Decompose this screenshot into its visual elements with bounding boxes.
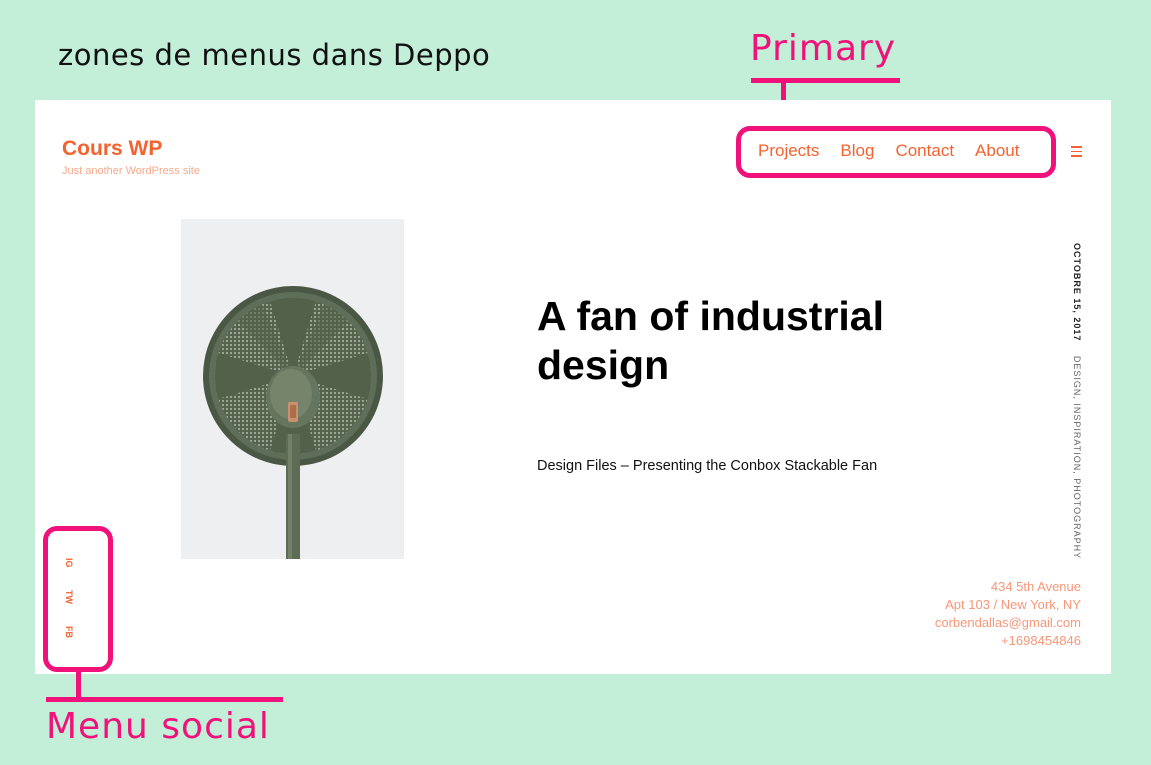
social-menu-highlight <box>43 526 113 672</box>
website-preview: Cours WP Just another WordPress site Pro… <box>35 100 1111 674</box>
primary-callout-underline <box>751 78 900 83</box>
post-meta: OCTOBRE 15, 2017 DESIGN, INSPIRATION, PH… <box>1072 243 1082 559</box>
post-featured-image[interactable] <box>181 219 404 559</box>
post-excerpt: Design Files – Presenting the Conbox Sta… <box>537 458 878 474</box>
post-categories[interactable]: DESIGN, INSPIRATION, PHOTOGRAPHY <box>1072 356 1082 559</box>
post-title[interactable]: A fan of industrial design <box>537 292 957 390</box>
contact-address-line2: Apt 103 / New York, NY <box>945 597 1081 612</box>
contact-email[interactable]: corbendallas@gmail.com <box>935 614 1081 632</box>
contact-info: 434 5th Avenue Apt 103 / New York, NY co… <box>935 578 1081 650</box>
hamburger-icon[interactable] <box>1071 144 1083 158</box>
primary-callout-label: Primary <box>750 28 897 69</box>
site-title[interactable]: Cours WP <box>62 137 162 161</box>
social-callout-underline <box>46 697 283 702</box>
post-date: OCTOBRE 15, 2017 <box>1072 243 1082 342</box>
annotation-caption: zones de menus dans Deppo <box>58 38 491 72</box>
contact-phone[interactable]: +1698454846 <box>935 632 1081 650</box>
site-tagline: Just another WordPress site <box>62 165 200 177</box>
fan-image-graphic <box>203 286 383 559</box>
social-callout-label: Menu social <box>46 706 270 747</box>
contact-address-line1: 434 5th Avenue <box>990 579 1081 594</box>
primary-menu-highlight <box>736 126 1056 178</box>
